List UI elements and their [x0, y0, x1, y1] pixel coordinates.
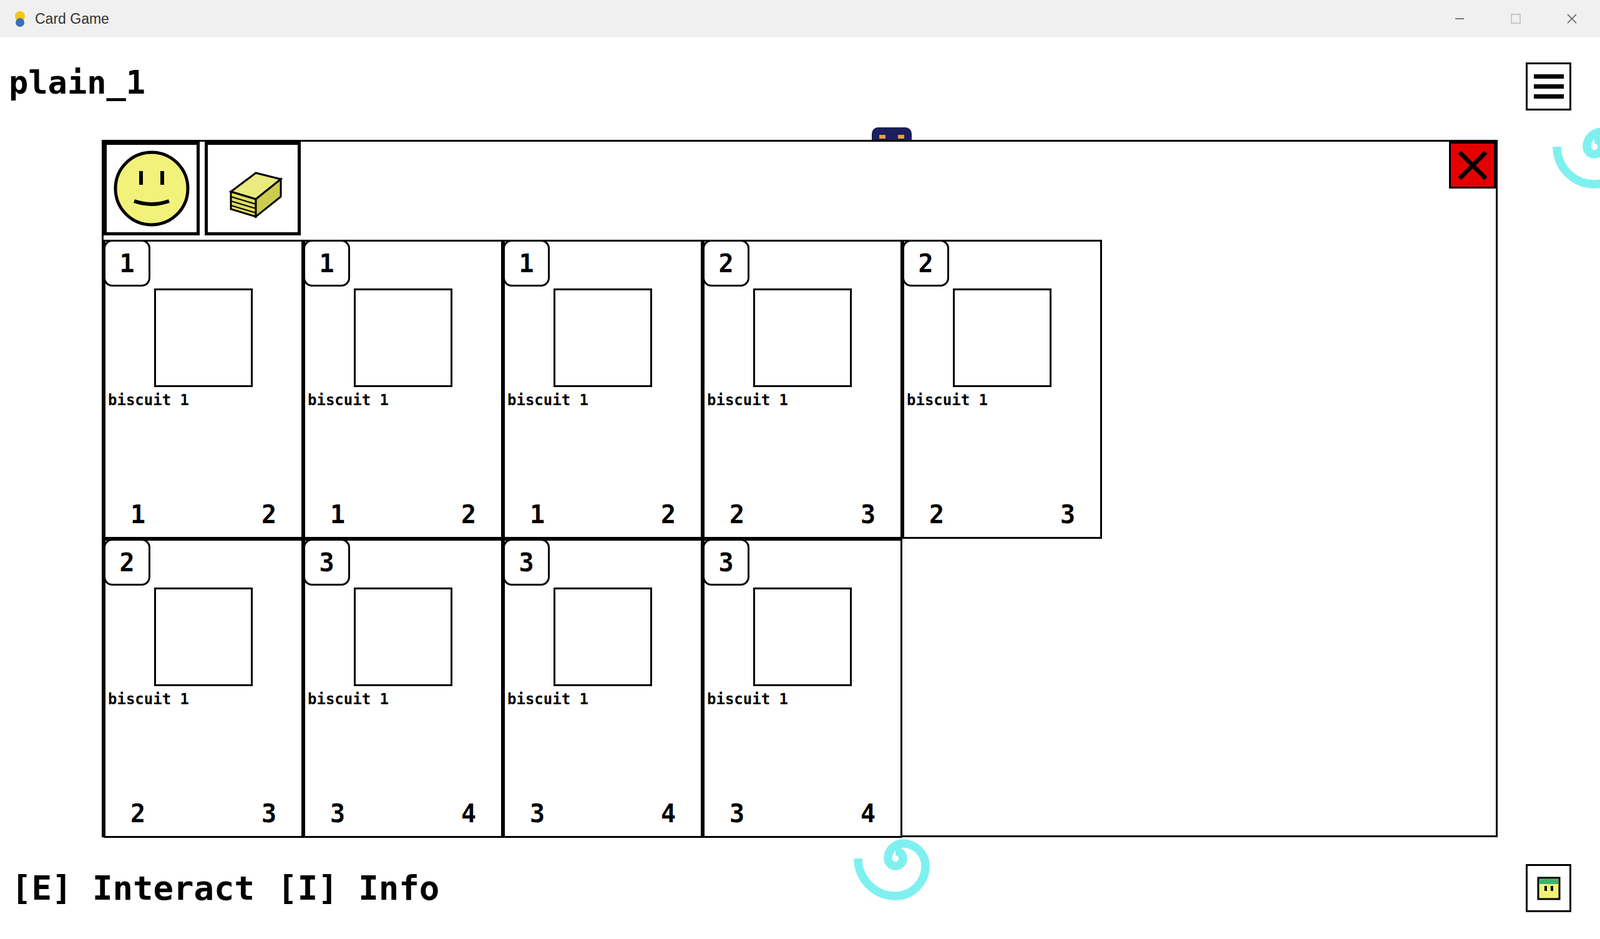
- card-name: biscuit 1: [105, 386, 302, 410]
- card[interactable]: 1 biscuit 1 1 2: [103, 239, 304, 539]
- card-grid: 1 biscuit 1 1 2 1 biscuit 1 1 2 1 biscuit 1 1 2 2 bis…: [103, 239, 1496, 838]
- card-cost: 2: [902, 239, 950, 287]
- location-label: plain_1: [8, 62, 146, 103]
- card-attack: 3: [529, 798, 545, 829]
- card-art: [952, 288, 1052, 387]
- deck-tab[interactable]: [204, 141, 301, 236]
- card[interactable]: 1 biscuit 1 1 2: [502, 239, 703, 539]
- card-attack: 3: [330, 798, 346, 829]
- card[interactable]: 2 biscuit 1 2 3: [702, 239, 903, 539]
- card-cost: 1: [502, 239, 550, 287]
- card-art: [353, 288, 453, 387]
- key-hint: [E] Interact: [11, 862, 255, 913]
- card-health: 3: [261, 798, 277, 829]
- card-name: biscuit 1: [504, 685, 701, 709]
- card-health: 3: [1060, 499, 1076, 530]
- card-attack: 2: [929, 499, 945, 530]
- close-icon: [1455, 148, 1490, 183]
- key-hint: [I] Info: [277, 862, 440, 913]
- app-icon: [11, 9, 29, 28]
- smiley-icon: [112, 149, 191, 228]
- menu-button[interactable]: [1525, 62, 1572, 111]
- card-attack: 2: [130, 798, 146, 829]
- card-cost: 3: [303, 538, 351, 586]
- card-health: 3: [860, 499, 876, 530]
- card-art: [553, 288, 653, 387]
- card-art: [154, 587, 253, 686]
- card-name: biscuit 1: [704, 386, 901, 410]
- card-name: biscuit 1: [704, 685, 901, 709]
- deck-icon: [218, 154, 288, 223]
- card-cost: 1: [103, 239, 151, 287]
- deck-panel: 1 biscuit 1 1 2 1 biscuit 1 1 2 1 biscuit 1 1 2 2 bis…: [101, 139, 1498, 837]
- minimize-icon[interactable]: [1431, 0, 1488, 38]
- card[interactable]: 2 biscuit 1 2 3: [103, 538, 304, 838]
- card-health: 2: [461, 499, 477, 530]
- card-cost: 1: [303, 239, 351, 287]
- card-cost: 2: [103, 538, 151, 586]
- title-bar: Card Game: [0, 0, 1600, 38]
- card-health: 4: [860, 798, 876, 829]
- card-cost: 2: [702, 239, 750, 287]
- card-name: biscuit 1: [305, 685, 502, 709]
- maximize-icon[interactable]: [1487, 0, 1544, 38]
- card[interactable]: 3 biscuit 1 3 4: [303, 538, 503, 838]
- card-health: 4: [660, 798, 676, 829]
- close-button[interactable]: [1448, 141, 1496, 189]
- card-cost: 3: [502, 538, 550, 586]
- inventory-button[interactable]: [1525, 863, 1572, 912]
- card-art: [553, 587, 653, 686]
- card-name: biscuit 1: [305, 386, 502, 410]
- card-attack: 1: [330, 499, 346, 530]
- card[interactable]: 2 biscuit 1 2 3: [902, 239, 1103, 539]
- card-art: [154, 288, 253, 387]
- card-attack: 1: [130, 499, 146, 530]
- card[interactable]: 3 biscuit 1 3 4: [502, 538, 703, 838]
- creature-icon: [1536, 875, 1562, 901]
- card[interactable]: 1 biscuit 1 1 2: [303, 239, 503, 539]
- card[interactable]: 3 biscuit 1 3 4: [702, 538, 903, 838]
- card-art: [753, 587, 852, 686]
- card-health: 4: [461, 798, 477, 829]
- card-attack: 3: [729, 798, 745, 829]
- window-title: Card Game: [34, 8, 110, 30]
- card-art: [353, 587, 453, 686]
- card-attack: 1: [529, 499, 545, 530]
- key-hints: [E] Interact [I] Info: [11, 862, 440, 913]
- close-window-icon[interactable]: [1543, 0, 1600, 38]
- card-name: biscuit 1: [105, 685, 302, 709]
- card-art: [753, 288, 852, 387]
- card-name: biscuit 1: [904, 386, 1101, 410]
- card-health: 2: [660, 499, 676, 530]
- character-tab[interactable]: [103, 141, 200, 236]
- app-window: Card Gameplain_11biscuit 1121biscuit 112…: [0, 0, 1600, 939]
- card-health: 2: [261, 499, 277, 530]
- card-cost: 3: [702, 538, 750, 586]
- card-attack: 2: [729, 499, 745, 530]
- menu-icon: [1532, 71, 1566, 102]
- portal-icon: [1547, 99, 1600, 194]
- card-name: biscuit 1: [504, 386, 701, 410]
